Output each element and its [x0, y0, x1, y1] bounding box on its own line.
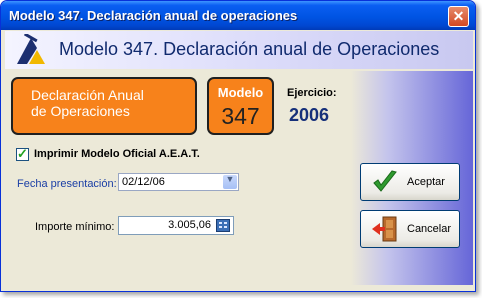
- close-icon: ✕: [452, 8, 465, 24]
- dialog-window: Modelo 347. Declaración anual de operaci…: [0, 0, 476, 292]
- accept-button[interactable]: Aceptar: [360, 163, 460, 201]
- close-button[interactable]: ✕: [448, 6, 469, 27]
- aeat-logo-icon: [17, 34, 45, 64]
- window-title: Modelo 347. Declaración anual de operaci…: [9, 8, 298, 23]
- checkmark-icon: ✓: [17, 146, 28, 161]
- calculator-icon[interactable]: [216, 219, 230, 232]
- checkmark-icon: [373, 170, 397, 192]
- accept-label: Aceptar: [407, 176, 445, 188]
- cancel-label: Cancelar: [407, 223, 452, 235]
- fecha-label: Fecha presentación:: [17, 178, 117, 190]
- modelo-number: 347: [221, 103, 260, 129]
- chevron-down-icon: ▼: [225, 174, 235, 184]
- cancel-button[interactable]: Cancelar: [360, 210, 460, 248]
- imprimir-checkbox[interactable]: ✓: [16, 146, 29, 161]
- fecha-value: 02/12/06: [122, 176, 165, 188]
- title-bar[interactable]: Modelo 347. Declaración anual de operaci…: [1, 1, 475, 30]
- header-banner: Modelo 347. Declaración anual de Operaci…: [5, 31, 473, 69]
- importe-value: 3.005,06: [168, 219, 211, 231]
- exit-door-icon: [372, 216, 397, 242]
- modelo-label: Modelo: [217, 85, 264, 100]
- ejercicio-value: 2006: [289, 105, 330, 125]
- fecha-date-picker[interactable]: 02/12/06 ▼: [118, 173, 239, 191]
- dropdown-button[interactable]: ▼: [223, 174, 237, 189]
- declaracion-line2: de Operaciones: [31, 103, 130, 119]
- declaracion-text: Declaración Anual de Operaciones: [31, 87, 144, 119]
- importe-input[interactable]: 3.005,06: [118, 216, 234, 235]
- ejercicio-label: Ejercicio:: [287, 87, 337, 99]
- declaracion-box: Declaración Anual de Operaciones: [11, 77, 197, 135]
- page-title: Modelo 347. Declaración anual de Operaci…: [59, 39, 440, 59]
- modelo-box: Modelo 347: [207, 77, 274, 135]
- declaracion-line1: Declaración Anual: [31, 87, 144, 103]
- importe-label: Importe mínimo:: [35, 221, 115, 233]
- imprimir-label[interactable]: Imprimir Modelo Oficial A.E.A.T.: [34, 148, 200, 160]
